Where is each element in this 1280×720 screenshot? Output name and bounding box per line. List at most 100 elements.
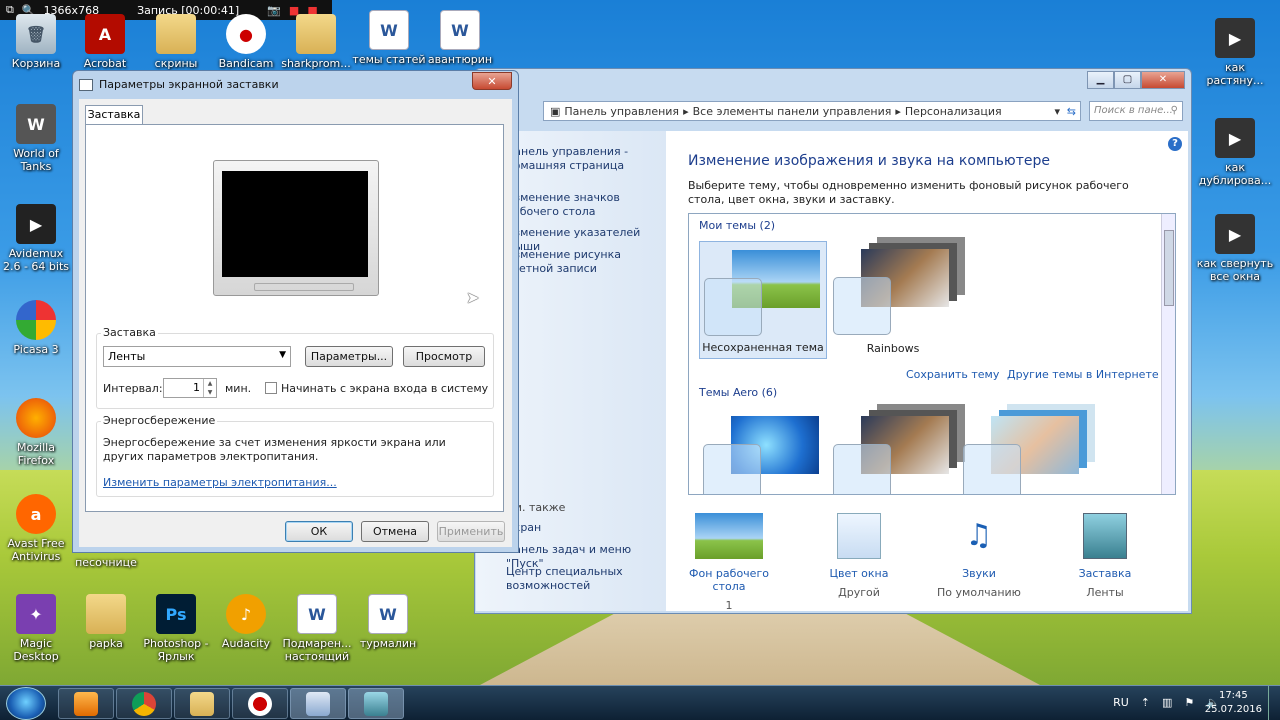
desktop-icon-photoshop[interactable]: Ps Photoshop - Ярлык xyxy=(140,594,212,663)
desktop-icon-acrobat[interactable]: A Acrobat xyxy=(69,14,141,70)
desktop-icon-video-stretch[interactable]: ▶ как растяну... xyxy=(1196,18,1274,87)
link-account-picture[interactable]: Изменение рисунка учетной записи xyxy=(506,248,666,276)
refresh-icon[interactable]: ⇆ xyxy=(1067,105,1076,118)
taskbar-media-player[interactable] xyxy=(58,688,114,719)
tab-panel: Заставка Ленты ▼ Параметры... Просмотр Ин… xyxy=(85,124,504,512)
link-home[interactable]: Панель управления - домашняя страница xyxy=(506,145,666,173)
preview-button[interactable]: Просмотр xyxy=(403,346,485,367)
stepper-arrows-icon[interactable]: ▲ ▼ xyxy=(203,379,216,397)
breadcrumb-control-panel[interactable]: Панель управления xyxy=(564,105,679,118)
search-input[interactable]: Поиск в пане... ⚲ xyxy=(1089,101,1183,121)
search-placeholder: Поиск в пане... xyxy=(1094,105,1173,116)
setting-title: Заставка xyxy=(1078,567,1132,580)
desktop-icon-sharkprom[interactable]: sharkprom... xyxy=(280,14,352,70)
screensaver-setting[interactable]: Заставка Ленты xyxy=(1050,513,1160,599)
desktop-icon-picasa[interactable]: Picasa 3 xyxy=(0,300,72,356)
ok-button[interactable]: ОК xyxy=(285,521,353,542)
screensaver-select[interactable]: Ленты ▼ xyxy=(103,346,291,367)
interval-value: 1 xyxy=(193,381,200,394)
desktop-background-setting[interactable]: Фон рабочего стола 1 xyxy=(674,513,784,612)
desktop-icon-podmarennik-doc[interactable]: W Подмарен... настоящий xyxy=(280,594,354,663)
page-title: Изменение изображения и звука на компьют… xyxy=(688,153,1050,169)
desktop-icon-label: sharkprom... xyxy=(281,57,351,70)
desktop-icon-aventurine-doc[interactable]: Wавантюрин xyxy=(422,10,498,66)
themes-scrollbar[interactable] xyxy=(1161,214,1175,494)
desktop-icon-themes-doc[interactable]: Wтемы статей xyxy=(351,10,427,66)
help-icon[interactable]: ? xyxy=(1168,137,1182,151)
desktop-icon-label: скрины xyxy=(154,57,198,70)
apply-button[interactable]: Применить xyxy=(437,521,505,542)
window-controls: ▁ ▢ ✕ xyxy=(1087,71,1185,89)
maximize-button[interactable]: ▢ xyxy=(1114,71,1141,89)
desktop-icon-world-of-tanks[interactable]: W World of Tanks xyxy=(0,104,72,173)
theme-unsaved[interactable]: Несохраненная тема xyxy=(699,241,827,359)
screensaver-group: Заставка Ленты ▼ Параметры... Просмотр Ин… xyxy=(96,326,494,409)
link-display[interactable]: Экран xyxy=(506,521,666,535)
setting-title: Звуки xyxy=(962,567,996,580)
breadcrumb-all-items[interactable]: Все элементы панели управления xyxy=(693,105,892,118)
taskbar-bandicam[interactable] xyxy=(232,688,288,719)
desktop-icon-bandicam[interactable]: ● Bandicam xyxy=(210,14,282,70)
show-desktop-button[interactable] xyxy=(1268,686,1280,720)
logon-checkbox[interactable] xyxy=(265,382,277,394)
more-themes-link[interactable]: Другие темы в Интернете xyxy=(1007,368,1159,381)
power-settings-link[interactable]: Изменить параметры электропитания... xyxy=(103,476,337,489)
taskbar-chrome[interactable] xyxy=(116,688,172,719)
desktop-icon-magic-desktop[interactable]: ✦ Magic Desktop xyxy=(0,594,72,663)
desktop-icon-avast[interactable]: a Avast Free Antivirus xyxy=(0,494,72,563)
language-indicator[interactable]: RU xyxy=(1113,696,1129,709)
video-file-icon: ▶ xyxy=(1215,18,1255,58)
save-theme-link[interactable]: Сохранить тему xyxy=(906,368,999,381)
theme-aero-characters[interactable] xyxy=(959,408,1087,494)
group-my-themes: Мои темы (2) xyxy=(699,219,776,232)
theme-rainbows[interactable]: Rainbows xyxy=(829,241,957,359)
desktop-icon-firefox[interactable]: Mozilla Firefox xyxy=(0,398,72,467)
start-button[interactable] xyxy=(6,687,46,720)
close-button[interactable]: ✕ xyxy=(1141,71,1185,89)
desktop-icon-video-minimize[interactable]: ▶ как свернуть все окна xyxy=(1196,214,1274,283)
link-ease-of-access[interactable]: Центр специальных возможностей xyxy=(506,565,666,593)
themes-list: Мои темы (2) Несохраненная тема Rainbows… xyxy=(688,213,1176,495)
word-doc-icon: W xyxy=(369,10,409,50)
window-color-setting[interactable]: Цвет окна Другой xyxy=(804,513,914,599)
desktop-icon-recycle-bin[interactable]: 🗑 Корзина xyxy=(0,14,72,70)
desktop-icon-label: песочнице xyxy=(75,556,137,569)
interval-unit: мин. xyxy=(225,382,252,395)
theme-aero-architecture[interactable] xyxy=(829,408,957,494)
desktop-icon-papka[interactable]: papka xyxy=(70,594,142,650)
monitor-icon xyxy=(79,79,93,91)
usb-icon[interactable]: ⇡ xyxy=(1141,696,1150,709)
minimize-button[interactable]: ▁ xyxy=(1087,71,1114,89)
breadcrumb-personalization[interactable]: Персонализация xyxy=(905,105,1002,118)
monitor-icon xyxy=(364,691,388,716)
clock-date: 25.07.2016 xyxy=(1204,704,1262,715)
params-button[interactable]: Параметры... xyxy=(305,346,393,367)
desktop-icon-tourmaline-doc[interactable]: Wтурмалин xyxy=(352,594,424,650)
taskbar: RU ⇡ ▥ ⚑ 🔈 17:45 25.07.2016 xyxy=(0,685,1280,720)
clock[interactable]: 17:45 25.07.2016 xyxy=(1205,689,1262,717)
address-bar[interactable]: ▣ Панель управления ▸ Все элементы панел… xyxy=(543,101,1081,121)
sounds-setting[interactable]: ♫ Звуки По умолчанию xyxy=(924,513,1034,599)
network-icon[interactable]: ▥ xyxy=(1162,696,1172,709)
link-desktop-icons[interactable]: Изменение значков рабочего стола xyxy=(506,191,666,219)
desktop-icon-sandbox[interactable]: песочнице xyxy=(70,556,142,569)
firefox-icon xyxy=(16,398,56,438)
taskbar-screensaver[interactable] xyxy=(348,688,404,719)
desktop-icon-screens-folder[interactable]: скрины xyxy=(140,14,212,70)
chevron-down-icon[interactable]: ▾ xyxy=(1054,105,1060,118)
power-description: Энергосбережение за счет изменения яркос… xyxy=(103,436,446,463)
setting-title: Цвет окна xyxy=(829,567,889,580)
cancel-button[interactable]: Отмена xyxy=(361,521,429,542)
scrollbar-thumb[interactable] xyxy=(1164,230,1174,306)
tab-screensaver[interactable]: Заставка xyxy=(85,105,143,125)
desktop-icon-avidemux[interactable]: ▶ Avidemux 2.6 - 64 bits xyxy=(0,204,72,273)
desktop-icon-audacity[interactable]: ♪ Audacity xyxy=(210,594,282,650)
desktop-icon-video-duplicate[interactable]: ▶ как дублирова... xyxy=(1196,118,1274,187)
dialog-close-button[interactable]: ✕ xyxy=(472,72,512,90)
taskbar-explorer[interactable] xyxy=(174,688,230,719)
theme-aero-windows[interactable] xyxy=(699,408,827,494)
flag-icon[interactable]: ⚑ xyxy=(1184,696,1194,709)
taskbar-control-panel[interactable] xyxy=(290,688,346,719)
magic-desktop-icon: ✦ xyxy=(16,594,56,634)
interval-stepper[interactable]: 1 ▲ ▼ xyxy=(163,378,217,398)
